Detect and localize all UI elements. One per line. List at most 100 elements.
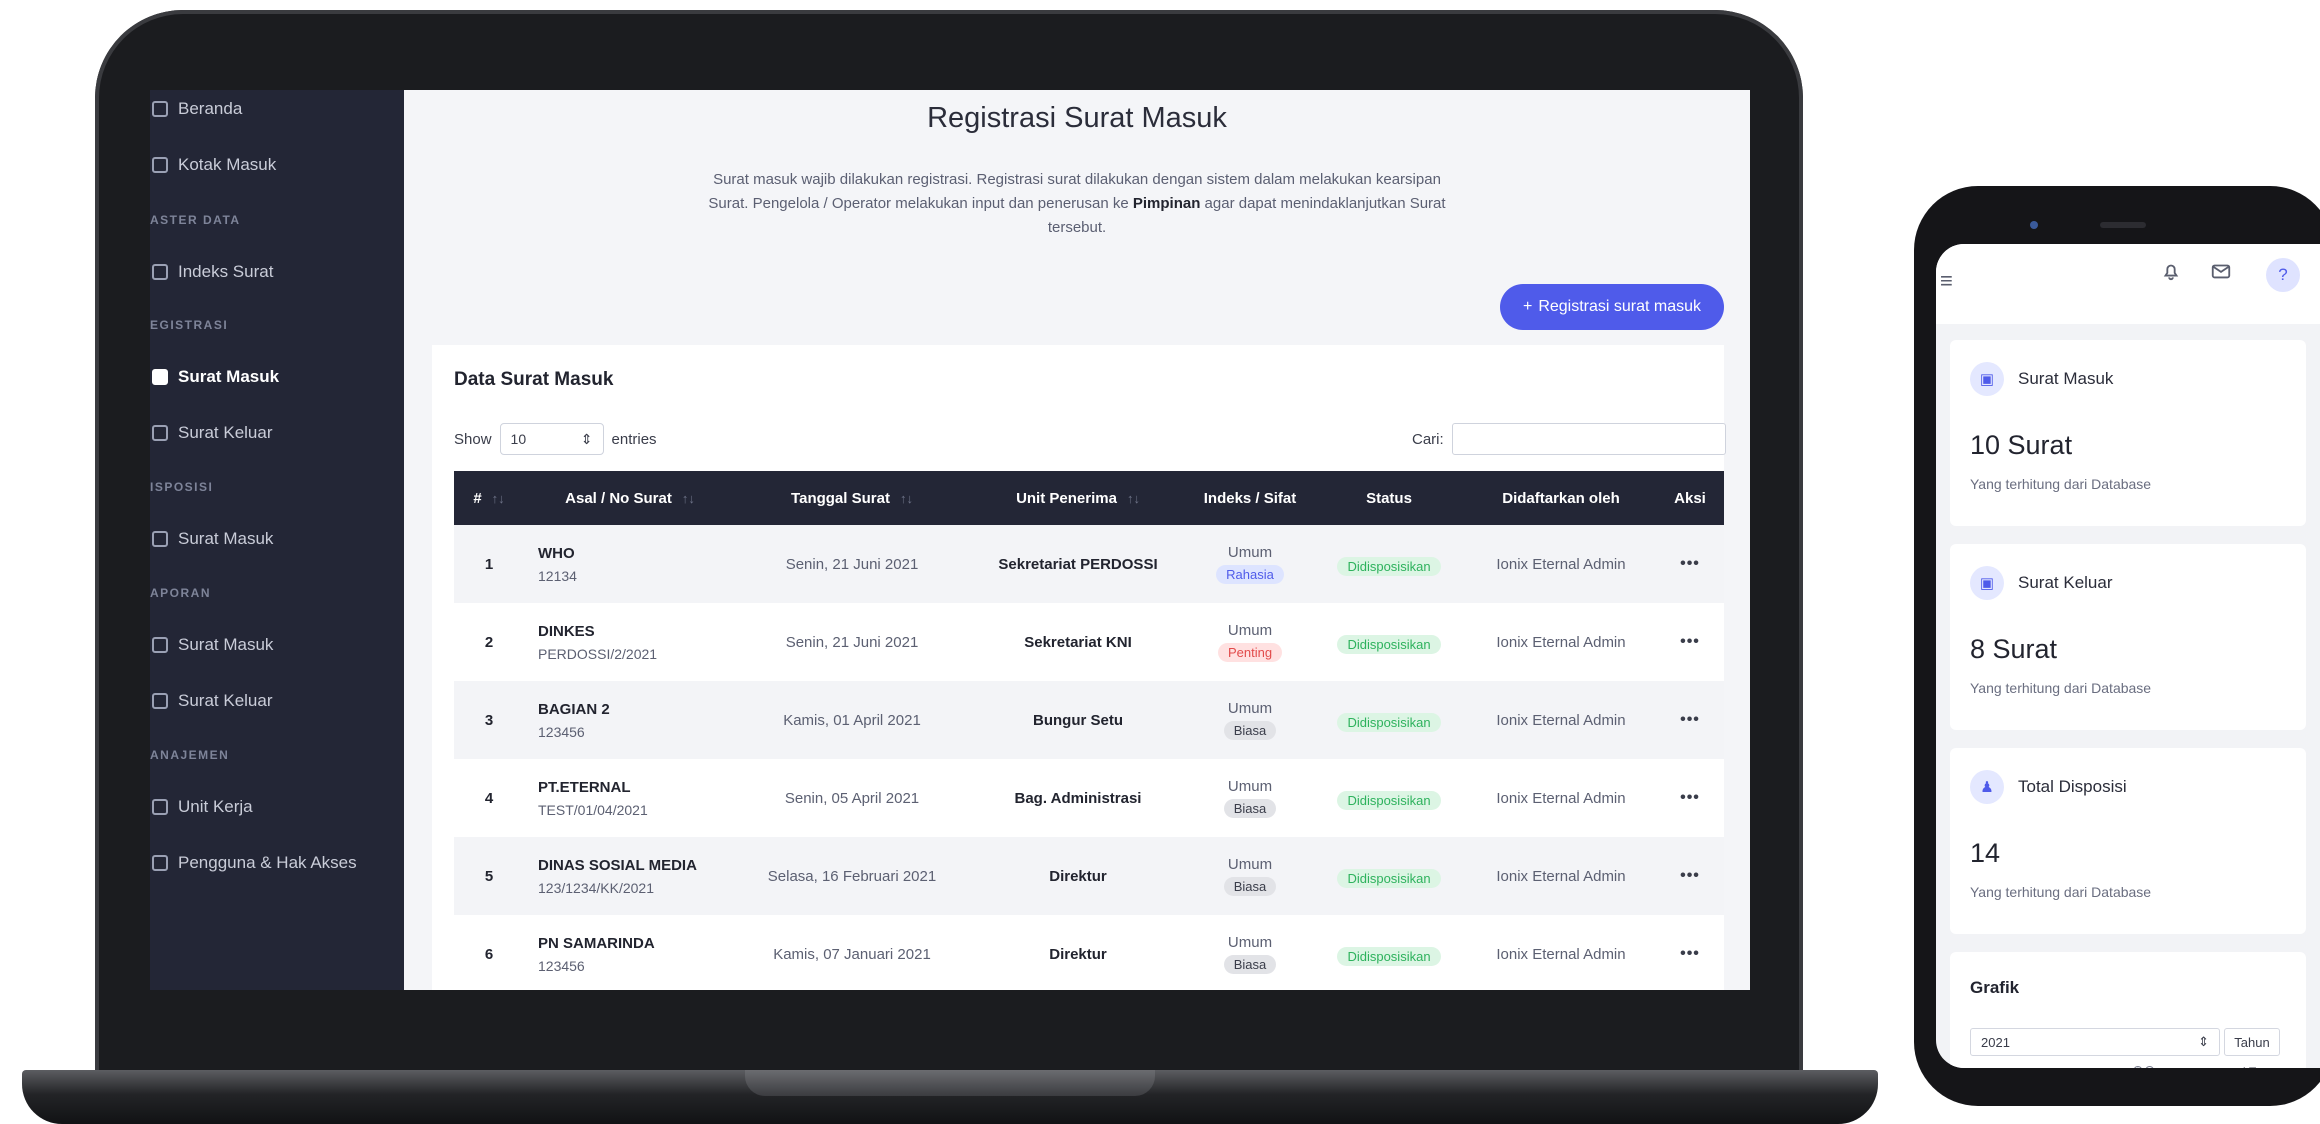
receiving-unit: Sekretariat PERDOSSI (998, 555, 1158, 573)
status-badge: Didisposisikan (1337, 634, 1441, 654)
letter-date: Senin, 05 April 2021 (784, 789, 920, 807)
inbox-icon (152, 157, 168, 173)
sidebar-item-disposisi-surat-masuk[interactable]: Surat Masuk (150, 524, 273, 554)
sidebar: Beranda Kotak Masuk ASTER DATA Indeks Su… (150, 90, 404, 990)
row-number: 3 (484, 711, 494, 729)
stat-card-title: Total Disposisi (2018, 777, 2127, 796)
column-label: Asal / No Surat (565, 489, 672, 507)
nature-badge: Penting (1217, 643, 1283, 662)
select-arrows-icon: ⇕ (580, 430, 593, 447)
column-header-number[interactable]: # ↑↓ (454, 471, 524, 525)
search-input[interactable] (1451, 423, 1726, 455)
sidebar-item-label: Surat Masuk (178, 529, 274, 548)
registered-by: Ionix Eternal Admin (1496, 633, 1626, 651)
more-actions-icon[interactable]: ••• (1680, 633, 1700, 651)
letter-index: Umum (1227, 778, 1273, 795)
sidebar-item-kotak-masuk[interactable]: Kotak Masuk (150, 150, 276, 180)
sidebar-item-registrasi-surat-keluar[interactable]: Surat Keluar (150, 418, 273, 448)
table-row[interactable]: 5 DINAS SOSIAL MEDIA 123/1234/KK/2021 Sel… (454, 837, 1724, 915)
more-actions-icon[interactable]: ••• (1680, 867, 1700, 885)
status-badge: Didisposisikan (1337, 868, 1441, 888)
page-length-select[interactable]: 10 ⇕ (499, 423, 604, 455)
stat-card-caption: Yang terhitung dari Database (1970, 884, 2152, 900)
letter-origin: DINKES (538, 622, 595, 640)
sidebar-item-beranda[interactable]: Beranda (150, 94, 242, 124)
home-menu-icons[interactable]: ⌂≡ (2240, 1062, 2257, 1068)
table-row[interactable]: 1 WHO 12134 Senin, 21 Juni 2021 Sekretari… (454, 525, 1724, 603)
row-number: 1 (484, 555, 494, 573)
column-header-unit[interactable]: Unit Penerima ↑↓ (968, 471, 1188, 525)
table-row[interactable]: 2 DINKES PERDOSSI/2/2021 Senin, 21 Juni 2… (454, 603, 1724, 681)
year-select[interactable]: 2021 ⇕ (1970, 1028, 2220, 1056)
column-label: # (473, 489, 482, 507)
description-bold: Pimpinan (1132, 195, 1201, 212)
table-row[interactable]: 6 PN SAMARINDA 123456 Kamis, 07 Januari 2… (454, 915, 1724, 990)
letter-date: Kamis, 07 Januari 2021 (773, 945, 931, 963)
registered-by: Ionix Eternal Admin (1496, 945, 1626, 963)
column-header-tanggal[interactable]: Tanggal Surat ↑↓ (736, 471, 968, 525)
sidebar-heading-label: EGISTRASI (150, 318, 229, 332)
stat-card-value: 8 Surat (1970, 634, 2058, 664)
sidebar-heading-label: ANAJEMEN (150, 748, 230, 762)
period-button[interactable]: Tahun (2224, 1028, 2280, 1056)
nature-badge: Rahasia (1216, 565, 1284, 584)
registered-by: Ionix Eternal Admin (1496, 555, 1626, 573)
sidebar-item-label: Surat Keluar (178, 691, 273, 710)
help-icon[interactable]: ? (2266, 258, 2300, 292)
sidebar-item-indeks-surat[interactable]: Indeks Surat (150, 257, 273, 287)
nature-badge: Biasa (1223, 721, 1277, 740)
row-number: 6 (484, 945, 494, 963)
zoom-icons[interactable]: ⊕⊖ (2132, 1062, 2155, 1068)
sidebar-item-registrasi-surat-masuk[interactable]: Surat Masuk (150, 362, 279, 392)
search-label: Cari: (1412, 430, 1444, 448)
letter-origin: PT.ETERNAL (538, 778, 631, 796)
more-actions-icon[interactable]: ••• (1680, 789, 1700, 807)
table-row[interactable]: 4 PT.ETERNAL TEST/01/04/2021 Senin, 05 Ap… (454, 759, 1724, 837)
sidebar-item-pengguna[interactable]: Pengguna & Hak Akses (150, 848, 357, 878)
column-header-aksi: Aksi (1656, 471, 1724, 525)
dashboard-icon (152, 101, 168, 117)
register-incoming-letter-button[interactable]: + Registrasi surat masuk (1500, 284, 1724, 330)
mail-in-icon (152, 369, 168, 385)
page-length-control: Show 10 ⇕ entries (454, 423, 657, 455)
sidebar-item-laporan-surat-masuk[interactable]: Surat Masuk (150, 630, 273, 660)
sidebar-item-laporan-surat-keluar[interactable]: Surat Keluar (150, 686, 273, 716)
more-actions-icon[interactable]: ••• (1680, 711, 1700, 729)
letter-number: 123456 (538, 723, 585, 740)
bell-icon[interactable] (2160, 260, 2182, 288)
row-number: 5 (484, 867, 494, 885)
column-header-asal[interactable]: Asal / No Surat ↑↓ (524, 471, 736, 525)
status-badge: Didisposisikan (1337, 712, 1441, 732)
register-button-label: Registrasi surat masuk (1538, 298, 1702, 315)
sidebar-heading-label: ASTER DATA (150, 213, 241, 227)
stat-card-value: 10 Surat (1970, 430, 2073, 460)
more-actions-icon[interactable]: ••• (1680, 555, 1700, 573)
menu-icon[interactable]: ≡ (1940, 268, 1953, 294)
letter-date: Selasa, 16 Februari 2021 (767, 867, 937, 885)
letter-date: Kamis, 01 April 2021 (783, 711, 921, 729)
letter-number: 123456 (538, 957, 585, 974)
report-icon (152, 637, 168, 653)
receiving-unit: Bungur Setu (1033, 711, 1123, 729)
receiving-unit: Direktur (1049, 867, 1107, 885)
table-row[interactable]: 3 BAGIAN 2 123456 Kamis, 01 April 2021 Bu… (454, 681, 1724, 759)
receiving-unit: Bag. Administrasi (1014, 789, 1142, 807)
laptop-notch (745, 1070, 1155, 1096)
row-number: 2 (484, 633, 494, 651)
main-content: Registrasi Surat Masuk Surat masuk wajib… (404, 90, 1750, 990)
letter-number: PERDOSSI/2/2021 (538, 645, 658, 662)
stat-card-caption: Yang terhitung dari Database (1970, 476, 2152, 492)
status-badge: Didisposisikan (1337, 556, 1441, 576)
report-out-icon (152, 693, 168, 709)
sidebar-item-label: Kotak Masuk (178, 155, 277, 174)
sidebar-item-unit-kerja[interactable]: Unit Kerja (150, 792, 253, 822)
stat-card-value: 14 (1970, 838, 2001, 868)
row-number: 4 (484, 789, 494, 807)
letter-date: Senin, 21 Juni 2021 (785, 633, 919, 651)
entries-label: entries (611, 430, 657, 448)
more-actions-icon[interactable]: ••• (1680, 945, 1700, 963)
registered-by: Ionix Eternal Admin (1496, 789, 1626, 807)
mail-icon[interactable] (2210, 260, 2232, 288)
phone-speaker (2100, 222, 2146, 228)
column-label: Tanggal Surat (791, 489, 890, 507)
